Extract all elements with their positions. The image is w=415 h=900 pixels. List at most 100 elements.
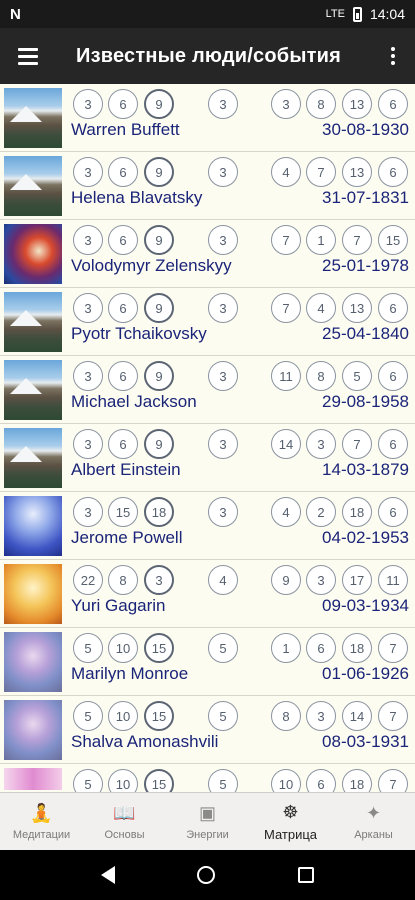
birth-date: 25-01-1978: [322, 256, 409, 275]
back-icon[interactable]: [101, 866, 116, 884]
number-circle: 6: [378, 293, 408, 323]
list-item[interactable]: 3 15 18 3 4 2 18 6 Jerome Powell 04-02-1953: [0, 492, 415, 560]
nav-item-1[interactable]: 📖 Основы: [83, 793, 166, 850]
number-circle: 3: [208, 225, 238, 255]
person-name: Marilyn Monroe: [71, 664, 189, 683]
number-circle: 9: [144, 293, 174, 323]
birth-date: 04-02-1953: [322, 528, 409, 547]
number-circle: 7: [378, 633, 408, 663]
person-thumbnail: [4, 156, 62, 216]
number-circle: 5: [342, 361, 372, 391]
list-item[interactable]: 5 10 15 5 1 6 18 7 Marilyn Monroe 01-06-1926: [0, 628, 415, 696]
number-circle: 6: [378, 361, 408, 391]
number-circle: 3: [306, 701, 336, 731]
list-item[interactable]: 3 6 9 3 7 1 7 15 Volodymyr Zelenskyy 25-01-1978: [0, 220, 415, 288]
number-circle: 18: [342, 633, 372, 663]
number-circle: 1: [271, 633, 301, 663]
number-circle: 2: [306, 497, 336, 527]
number-circle: 8: [108, 565, 138, 595]
list-item[interactable]: 3 6 9 3 14 3 7 6 Albert Einstein 14-03-1879: [0, 424, 415, 492]
number-circle: 7: [271, 225, 301, 255]
battery-icon: [352, 6, 362, 22]
number-circle: 9: [271, 565, 301, 595]
birth-date: 09-03-1934: [322, 596, 409, 615]
number-circle: 10: [108, 769, 138, 792]
person-name: Helena Blavatsky: [71, 188, 203, 207]
number-circle: 6: [378, 157, 408, 187]
nav-item-label: Арканы: [354, 828, 393, 841]
number-circle: 3: [208, 497, 238, 527]
number-circle: 18: [342, 769, 372, 792]
number-circle: 6: [108, 157, 138, 187]
person-name: Volodymyr Zelenskyy: [71, 256, 232, 275]
number-circle: 6: [108, 293, 138, 323]
status-time: 14:04: [369, 6, 405, 22]
person-name: Pyotr Tchaikovsky: [71, 324, 207, 343]
birth-date: 14-03-1879: [322, 460, 409, 479]
number-circle: 3: [73, 157, 103, 187]
nav-item-3[interactable]: ☸ Матрица: [249, 793, 332, 850]
number-circle: 4: [271, 497, 301, 527]
number-circle: 3: [271, 89, 301, 119]
sparkle-icon: ✦: [365, 803, 382, 823]
number-circle: 13: [342, 293, 372, 323]
number-circle: 15: [144, 701, 174, 731]
number-circle: 4: [271, 157, 301, 187]
page-title: Известные люди/события: [76, 44, 341, 67]
nav-item-label: Энергии: [186, 828, 229, 841]
number-circle: 3: [144, 565, 174, 595]
number-circle: 3: [208, 429, 238, 459]
number-circle: 13: [342, 157, 372, 187]
number-circle: 15: [144, 769, 174, 792]
list-item[interactable]: 5 10 15 5 10 6 18 7: [0, 764, 415, 792]
birth-date: 25-04-1840: [322, 324, 409, 343]
nav-item-2[interactable]: ▣ Энергии: [166, 793, 249, 850]
meditation-icon: 🧘: [30, 803, 53, 823]
list-item[interactable]: 3 6 9 3 11 8 5 6 Michael Jackson 29-08-1958: [0, 356, 415, 424]
number-circle: 7: [342, 429, 372, 459]
people-list[interactable]: 3 6 9 3 3 8 13 6 Warren Buffett 30-08-1930 3 6 9 3 4 7 1…: [0, 84, 415, 792]
image-icon: ▣: [198, 803, 216, 823]
nav-item-4[interactable]: ✦ Арканы: [332, 793, 415, 850]
number-circle: 3: [208, 293, 238, 323]
book-icon: 📖: [113, 803, 136, 823]
nav-item-0[interactable]: 🧘 Медитации: [0, 793, 83, 850]
number-circle: 5: [208, 701, 238, 731]
number-circle: 1: [306, 225, 336, 255]
number-circle: 3: [73, 429, 103, 459]
number-circle: 3: [73, 293, 103, 323]
person-thumbnail: [4, 768, 62, 790]
number-circle: 6: [306, 633, 336, 663]
list-item[interactable]: 3 6 9 3 7 4 13 6 Pyotr Tchaikovsky 25-04-1840: [0, 288, 415, 356]
person-thumbnail: [4, 564, 62, 624]
birth-date: 29-08-1958: [322, 392, 409, 411]
number-circle: 11: [378, 565, 408, 595]
hamburger-menu-icon[interactable]: [0, 28, 56, 84]
nav-item-label: Матрица: [263, 827, 318, 842]
number-circle: 8: [306, 89, 336, 119]
person-thumbnail: [4, 224, 62, 284]
list-item[interactable]: 3 6 9 3 4 7 13 6 Helena Blavatsky 31-07-1831: [0, 152, 415, 220]
more-options-icon[interactable]: [371, 28, 415, 84]
number-circle: 5: [73, 701, 103, 731]
list-item[interactable]: 3 6 9 3 3 8 13 6 Warren Buffett 30-08-1930: [0, 84, 415, 152]
number-circle: 3: [73, 497, 103, 527]
list-item[interactable]: 22 8 3 4 9 3 17 11 Yuri Gagarin 09-03-1934: [0, 560, 415, 628]
number-circle: 6: [378, 89, 408, 119]
number-circle: 4: [208, 565, 238, 595]
birth-date: 01-06-1926: [322, 664, 409, 683]
number-circle: 7: [378, 769, 408, 792]
birth-date: 31-07-1831: [322, 188, 409, 207]
number-circle: 6: [108, 361, 138, 391]
person-name: Yuri Gagarin: [71, 596, 166, 615]
number-circle: 3: [208, 361, 238, 391]
bottom-navigation: 🧘 Медитации 📖 Основы ▣ Энергии ☸ Матрица ✦ Арканы: [0, 792, 415, 850]
nav-item-label: Медитации: [12, 828, 71, 841]
person-name: Albert Einstein: [71, 460, 181, 479]
person-thumbnail: [4, 292, 62, 352]
person-name: Jerome Powell: [71, 528, 183, 547]
recent-apps-icon[interactable]: [297, 867, 314, 883]
number-circle: 13: [342, 89, 372, 119]
home-icon[interactable]: [197, 866, 216, 884]
list-item[interactable]: 5 10 15 5 8 3 14 7 Shalva Amonashvili 08-03-1931: [0, 696, 415, 764]
